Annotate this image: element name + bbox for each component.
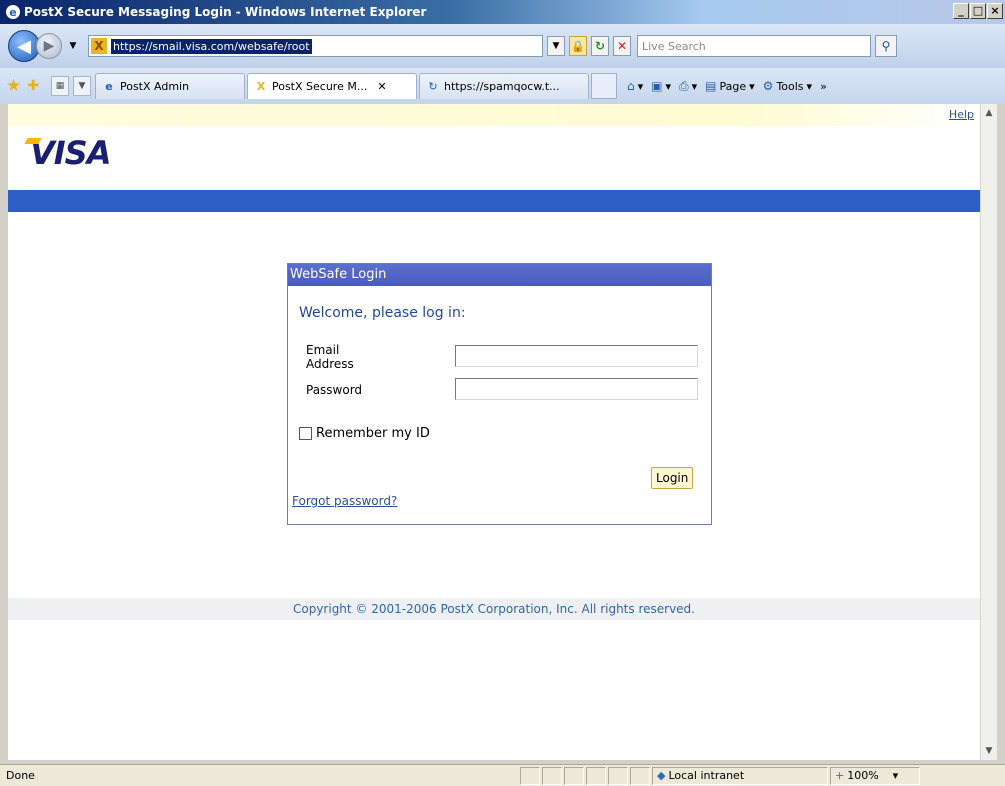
window-title-bar: e PostX Secure Messaging Login - Windows… [0,0,1005,24]
gear-icon: ⚙ [762,79,774,93]
loading-icon: ↻ [428,80,438,93]
quick-tabs-icon: ▦ [55,81,65,91]
home-icon: ⌂ [626,79,635,93]
print-icon: ⎙ [679,78,689,93]
help-link[interactable]: Help [949,108,974,121]
zoom-level: 100% [847,769,879,782]
close-tab-icon[interactable]: ✕ [377,80,386,93]
status-text: Done [6,769,35,782]
site-favicon-icon: X [256,80,266,93]
home-button[interactable]: ⌂ ▾ [627,79,643,93]
stop-button[interactable]: ✕ [613,36,631,56]
print-button[interactable]: ⎙ ▾ [679,79,697,94]
window-controls: _ □ × [953,3,1003,19]
forward-arrow-icon: ▶ [43,38,55,54]
minimize-button[interactable]: _ [953,3,969,19]
login-button[interactable]: Login [651,467,694,489]
remember-id-option[interactable]: Remember my ID [299,426,430,441]
tools-menu-label: Tools [776,79,804,93]
search-input[interactable]: Live Search [637,35,871,57]
stop-icon: ✕ [616,39,628,53]
remember-id-label: Remember my ID [316,426,430,441]
forgot-password-link[interactable]: Forgot password? [292,494,397,508]
favorites-star-icon[interactable]: ★ [6,76,21,96]
window-left-frame [0,104,8,760]
command-bar: ⌂ ▾ ▣ ▾ ⎙ ▾ ▤ Page ▾ ⚙ Tools ▾ » [627,79,827,94]
email-label-line-2: Address [306,357,354,371]
feeds-button[interactable]: ▣ ▾ [651,79,671,93]
welcome-heading: Welcome, please log in: [299,305,466,321]
security-zone[interactable]: ◆ Local intranet [652,766,828,785]
tab-label: PostX Secure M... [271,80,368,93]
address-url[interactable]: https://smail.visa.com/websafe/root [111,38,312,54]
tab-list-button[interactable]: ▼ [72,76,91,96]
forward-button[interactable]: ▶ [36,33,62,59]
address-toolbar: ◀ ▶ ▼ X https://smail.visa.com/websafe/r… [0,24,1005,68]
tab-bar: ★ ✚ ▦ ▼ e PostX Admin X PostX Secure M..… [0,68,1005,104]
intranet-icon: ◆ [657,769,666,782]
email-field[interactable] [455,345,698,367]
scroll-down-arrow-icon[interactable]: ▼ [982,743,996,759]
address-dropdown-button[interactable]: ▼ [547,36,565,56]
refresh-button[interactable]: ↻ [591,36,609,56]
zoom-dropdown-icon[interactable]: ▾ [893,769,899,782]
page-icon: ▤ [705,79,717,93]
window-right-frame [997,104,1005,760]
email-label-line-1: Email [306,343,340,357]
password-field[interactable] [455,378,698,400]
close-window-button[interactable]: × [987,3,1003,19]
tab-label: PostX Admin [119,80,190,93]
search-icon: ⚲ [881,39,891,53]
status-cell [542,766,562,785]
password-label: Password [306,383,363,397]
tab-label: https://spamqocw.t... [443,80,560,93]
ie-logo-icon: e [6,5,20,19]
status-cell [520,766,540,785]
status-cell [586,766,606,785]
window-title: PostX Secure Messaging Login - Windows I… [24,5,427,19]
header-blue-band [8,190,980,212]
address-bar[interactable]: X https://smail.visa.com/websafe/root [88,35,543,57]
tab-spam[interactable]: ↻ https://spamqocw.t... [418,73,589,99]
page-menu-label: Page [719,79,747,93]
status-bar: Done ◆ Local intranet + 100% ▾ [0,764,1005,786]
new-tab-button[interactable] [590,73,617,99]
status-cell [608,766,628,785]
zoom-control[interactable]: + 100% ▾ [830,766,920,785]
ie-page-icon: e [105,80,113,93]
top-band: Help [8,104,980,126]
status-cell [630,766,650,785]
history-dropdown-button[interactable]: ▼ [66,41,80,51]
quick-tabs-button[interactable]: ▦ [50,76,69,96]
add-favorites-icon[interactable]: ✚ [27,78,39,94]
vertical-scrollbar[interactable]: ▲ ▼ [980,104,997,760]
feeds-icon: ▣ [651,79,663,93]
back-arrow-icon: ◀ [17,35,31,57]
page-menu[interactable]: ▤ Page ▾ [705,79,755,93]
chevron-more-icon[interactable]: » [820,80,827,93]
email-label: Email Address [306,343,354,371]
visa-logo-text: VISA [30,134,111,172]
site-favicon-icon: X [91,38,107,54]
page-content: Help VISA WebSafe Login Welcome, please … [8,104,980,760]
zoom-icon: + [835,769,845,782]
tools-menu[interactable]: ⚙ Tools ▾ [763,79,812,93]
login-panel-header: WebSafe Login [288,264,711,286]
tab-postx-secure[interactable]: X PostX Secure M... ✕ [246,73,417,99]
scroll-up-arrow-icon[interactable]: ▲ [982,105,996,121]
tab-postx-admin[interactable]: e PostX Admin [94,73,245,99]
security-lock-icon[interactable]: 🔒 [569,36,587,56]
search-button[interactable]: ⚲ [875,35,897,57]
login-panel: WebSafe Login Welcome, please log in: Em… [287,263,712,525]
security-zone-label: Local intranet [668,769,745,782]
refresh-icon: ↻ [594,39,606,53]
copyright-footer: Copyright © 2001-2006 PostX Corporation,… [8,598,980,620]
visa-logo: VISA [24,134,111,172]
remember-id-checkbox[interactable] [299,427,312,440]
status-cell [564,766,584,785]
maximize-button[interactable]: □ [970,3,986,19]
